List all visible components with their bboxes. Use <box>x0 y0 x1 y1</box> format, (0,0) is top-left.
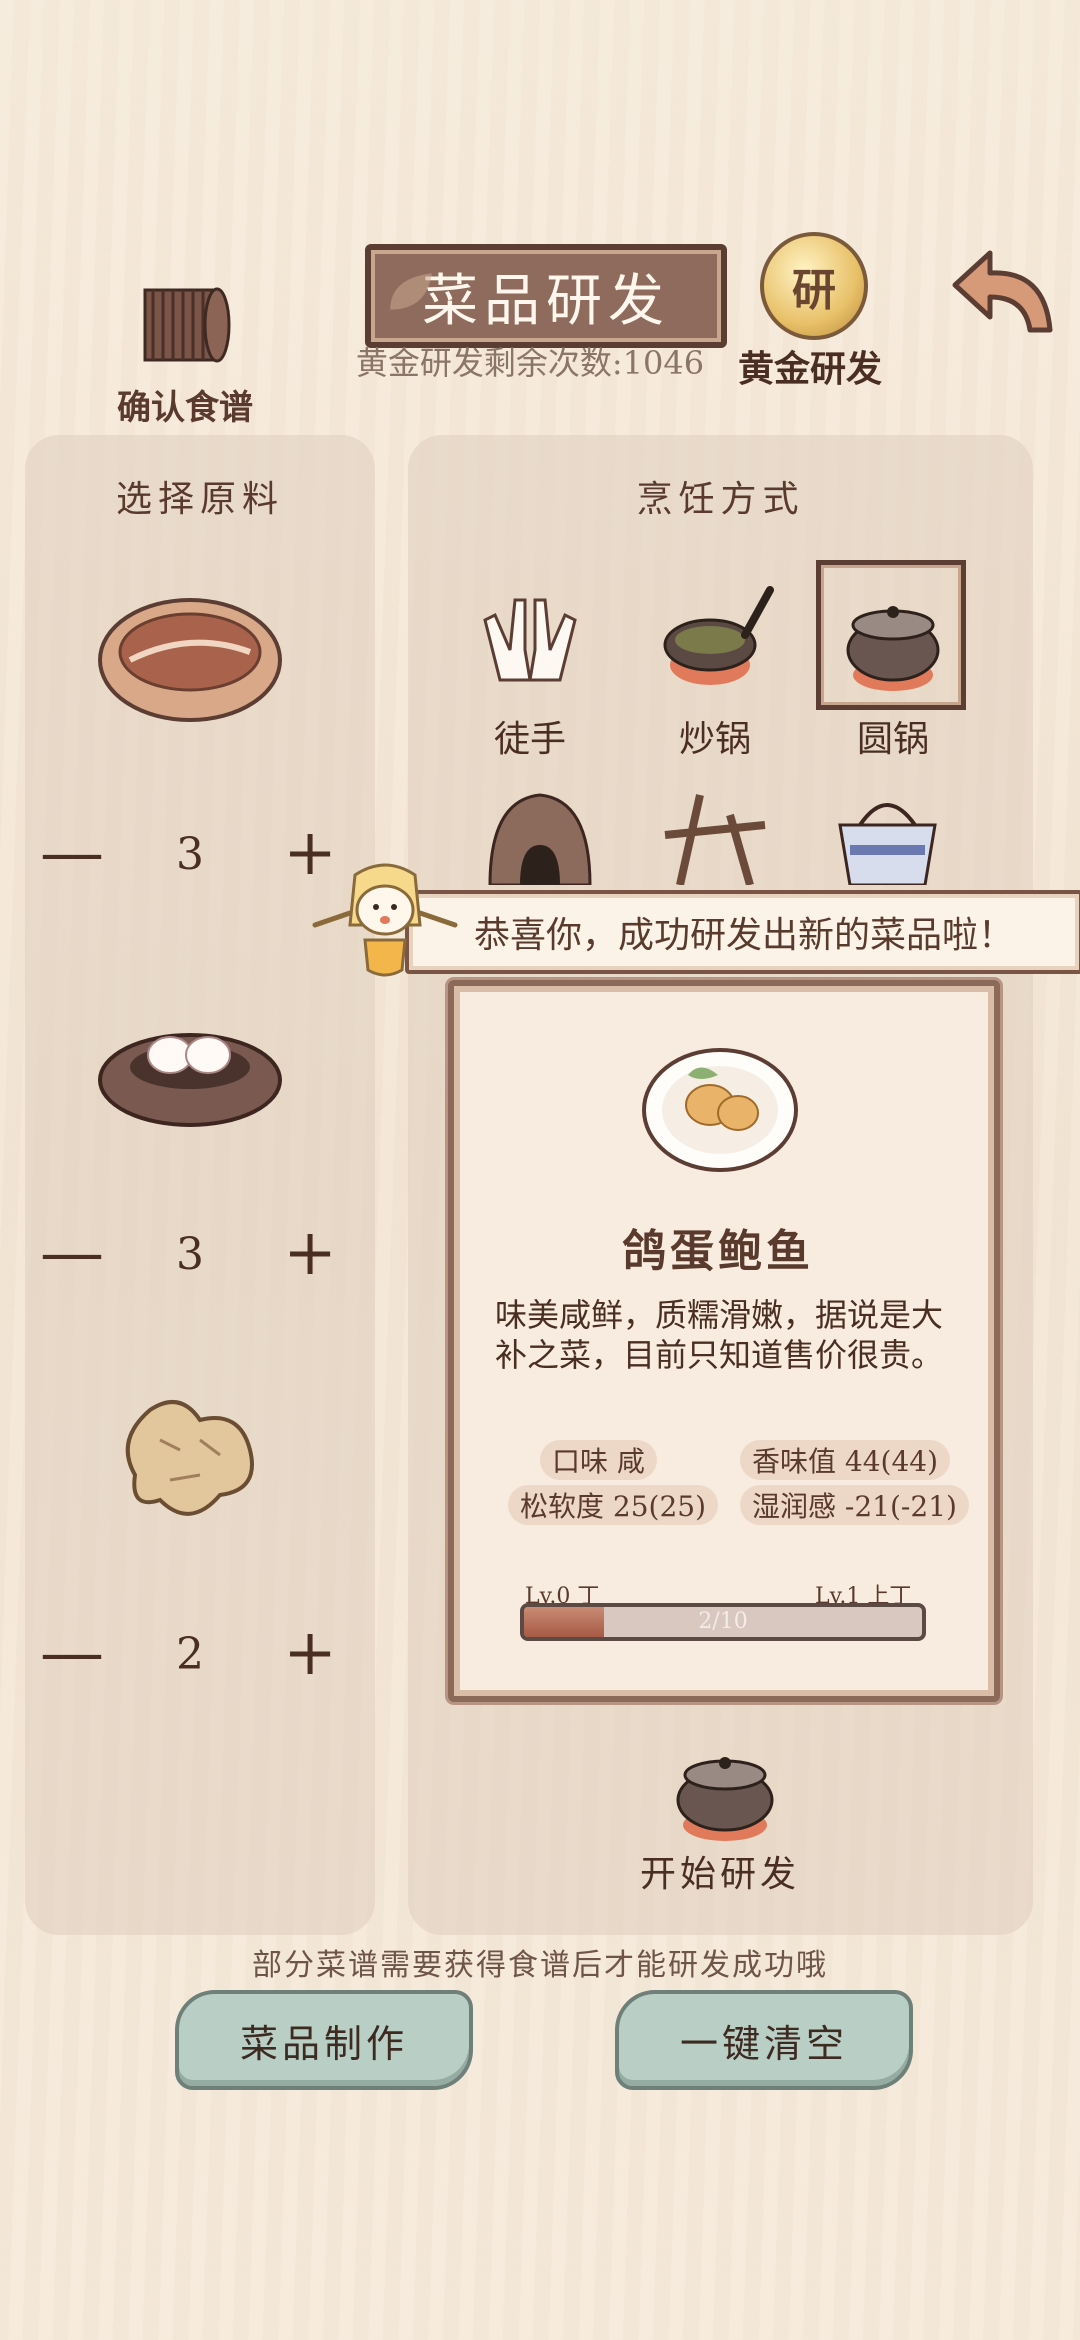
dish-name: 鸽蛋鲍鱼 <box>622 1226 814 1277</box>
pigeon-eggs-nest-icon[interactable] <box>90 985 290 1145</box>
cook-method-label: 圆锅 <box>856 719 929 760</box>
cook-method-hands[interactable]: 徒手 <box>455 580 605 760</box>
stone-oven-icon[interactable] <box>485 790 595 885</box>
quantity-value: 3 <box>176 829 204 880</box>
stat-softness: 松软度 25(25) <box>508 1485 719 1525</box>
gold-remaining-count: 黄金研发剩余次数:1046 <box>355 344 705 382</box>
ingredient-2-qty: — 3 + <box>40 1221 340 1285</box>
start-research-button[interactable]: 开始研发 <box>620 1735 820 1895</box>
leaf-icon <box>390 273 432 310</box>
start-research-label: 开始研发 <box>639 1854 800 1895</box>
stat-taste: 口味 咸 <box>540 1440 657 1480</box>
quantity-value: 3 <box>176 1229 204 1280</box>
steamer-basket-icon[interactable] <box>830 785 945 885</box>
back-arrow-icon <box>952 250 1053 333</box>
round-pot-icon <box>846 606 940 691</box>
hint-text: 部分菜谱需要获得食谱后才能研发成功哦 <box>252 1948 828 1983</box>
dish-plate-icon <box>642 1048 798 1172</box>
ingredient-1-qty: — 3 + <box>40 821 340 885</box>
minus-button[interactable]: — <box>40 821 104 885</box>
plus-button[interactable]: + <box>280 1621 340 1685</box>
cooking-title: 烹饪方式 <box>636 479 805 520</box>
clear-all-button[interactable]: 一键清空 <box>615 1990 913 2090</box>
cook-method-label: 炒锅 <box>678 719 751 760</box>
round-pot-icon <box>676 1757 774 1841</box>
gold-research-button[interactable]: 研 黄金研发 <box>725 232 895 392</box>
hands-icon <box>483 598 577 682</box>
confirm-recipe-label: 确认食谱 <box>117 388 253 428</box>
gold-coin-icon: 研 <box>760 232 868 340</box>
page-title: 菜品研发 <box>365 244 727 348</box>
cook-method-wok[interactable]: 炒锅 <box>640 580 790 760</box>
stat-moisture: 湿润感 -21(-21) <box>740 1485 969 1525</box>
wok-icon <box>663 586 774 685</box>
cook-method-round-pot[interactable]: 圆锅 <box>816 560 968 760</box>
make-dish-button[interactable]: 菜品制作 <box>175 1990 473 2090</box>
quantity-value: 2 <box>176 1629 204 1680</box>
minus-button[interactable]: — <box>40 1621 104 1685</box>
minus-button[interactable]: — <box>40 1221 104 1285</box>
stat-aroma: 香味值 44(44) <box>740 1440 951 1480</box>
back-button[interactable] <box>945 245 1060 345</box>
gold-research-label: 黄金研发 <box>737 348 882 390</box>
ginger-icon[interactable] <box>90 1380 290 1540</box>
dish-description: 味美咸鲜，质糯滑嫩，据说是大补之菜，目前只知道售价很贵。 <box>495 1296 944 1374</box>
plus-button[interactable]: + <box>280 1221 340 1285</box>
confirm-recipe-button[interactable]: 确认食谱 <box>110 275 260 428</box>
progress-text: 2/10 <box>698 1609 748 1634</box>
chef-mascot-icon <box>312 863 458 977</box>
success-toast: 恭喜你，成功研发出新的菜品啦！ <box>405 890 1080 974</box>
level-progress-bar: 2/10 <box>520 1603 926 1641</box>
ingredients-title: 选择原料 <box>115 479 284 520</box>
ingredient-3-qty: — 2 + <box>40 1621 340 1685</box>
scroll-icon <box>143 287 231 363</box>
cook-method-label: 徒手 <box>493 719 566 760</box>
bread-icon[interactable] <box>90 580 290 740</box>
roasting-rack-icon[interactable] <box>660 785 770 885</box>
